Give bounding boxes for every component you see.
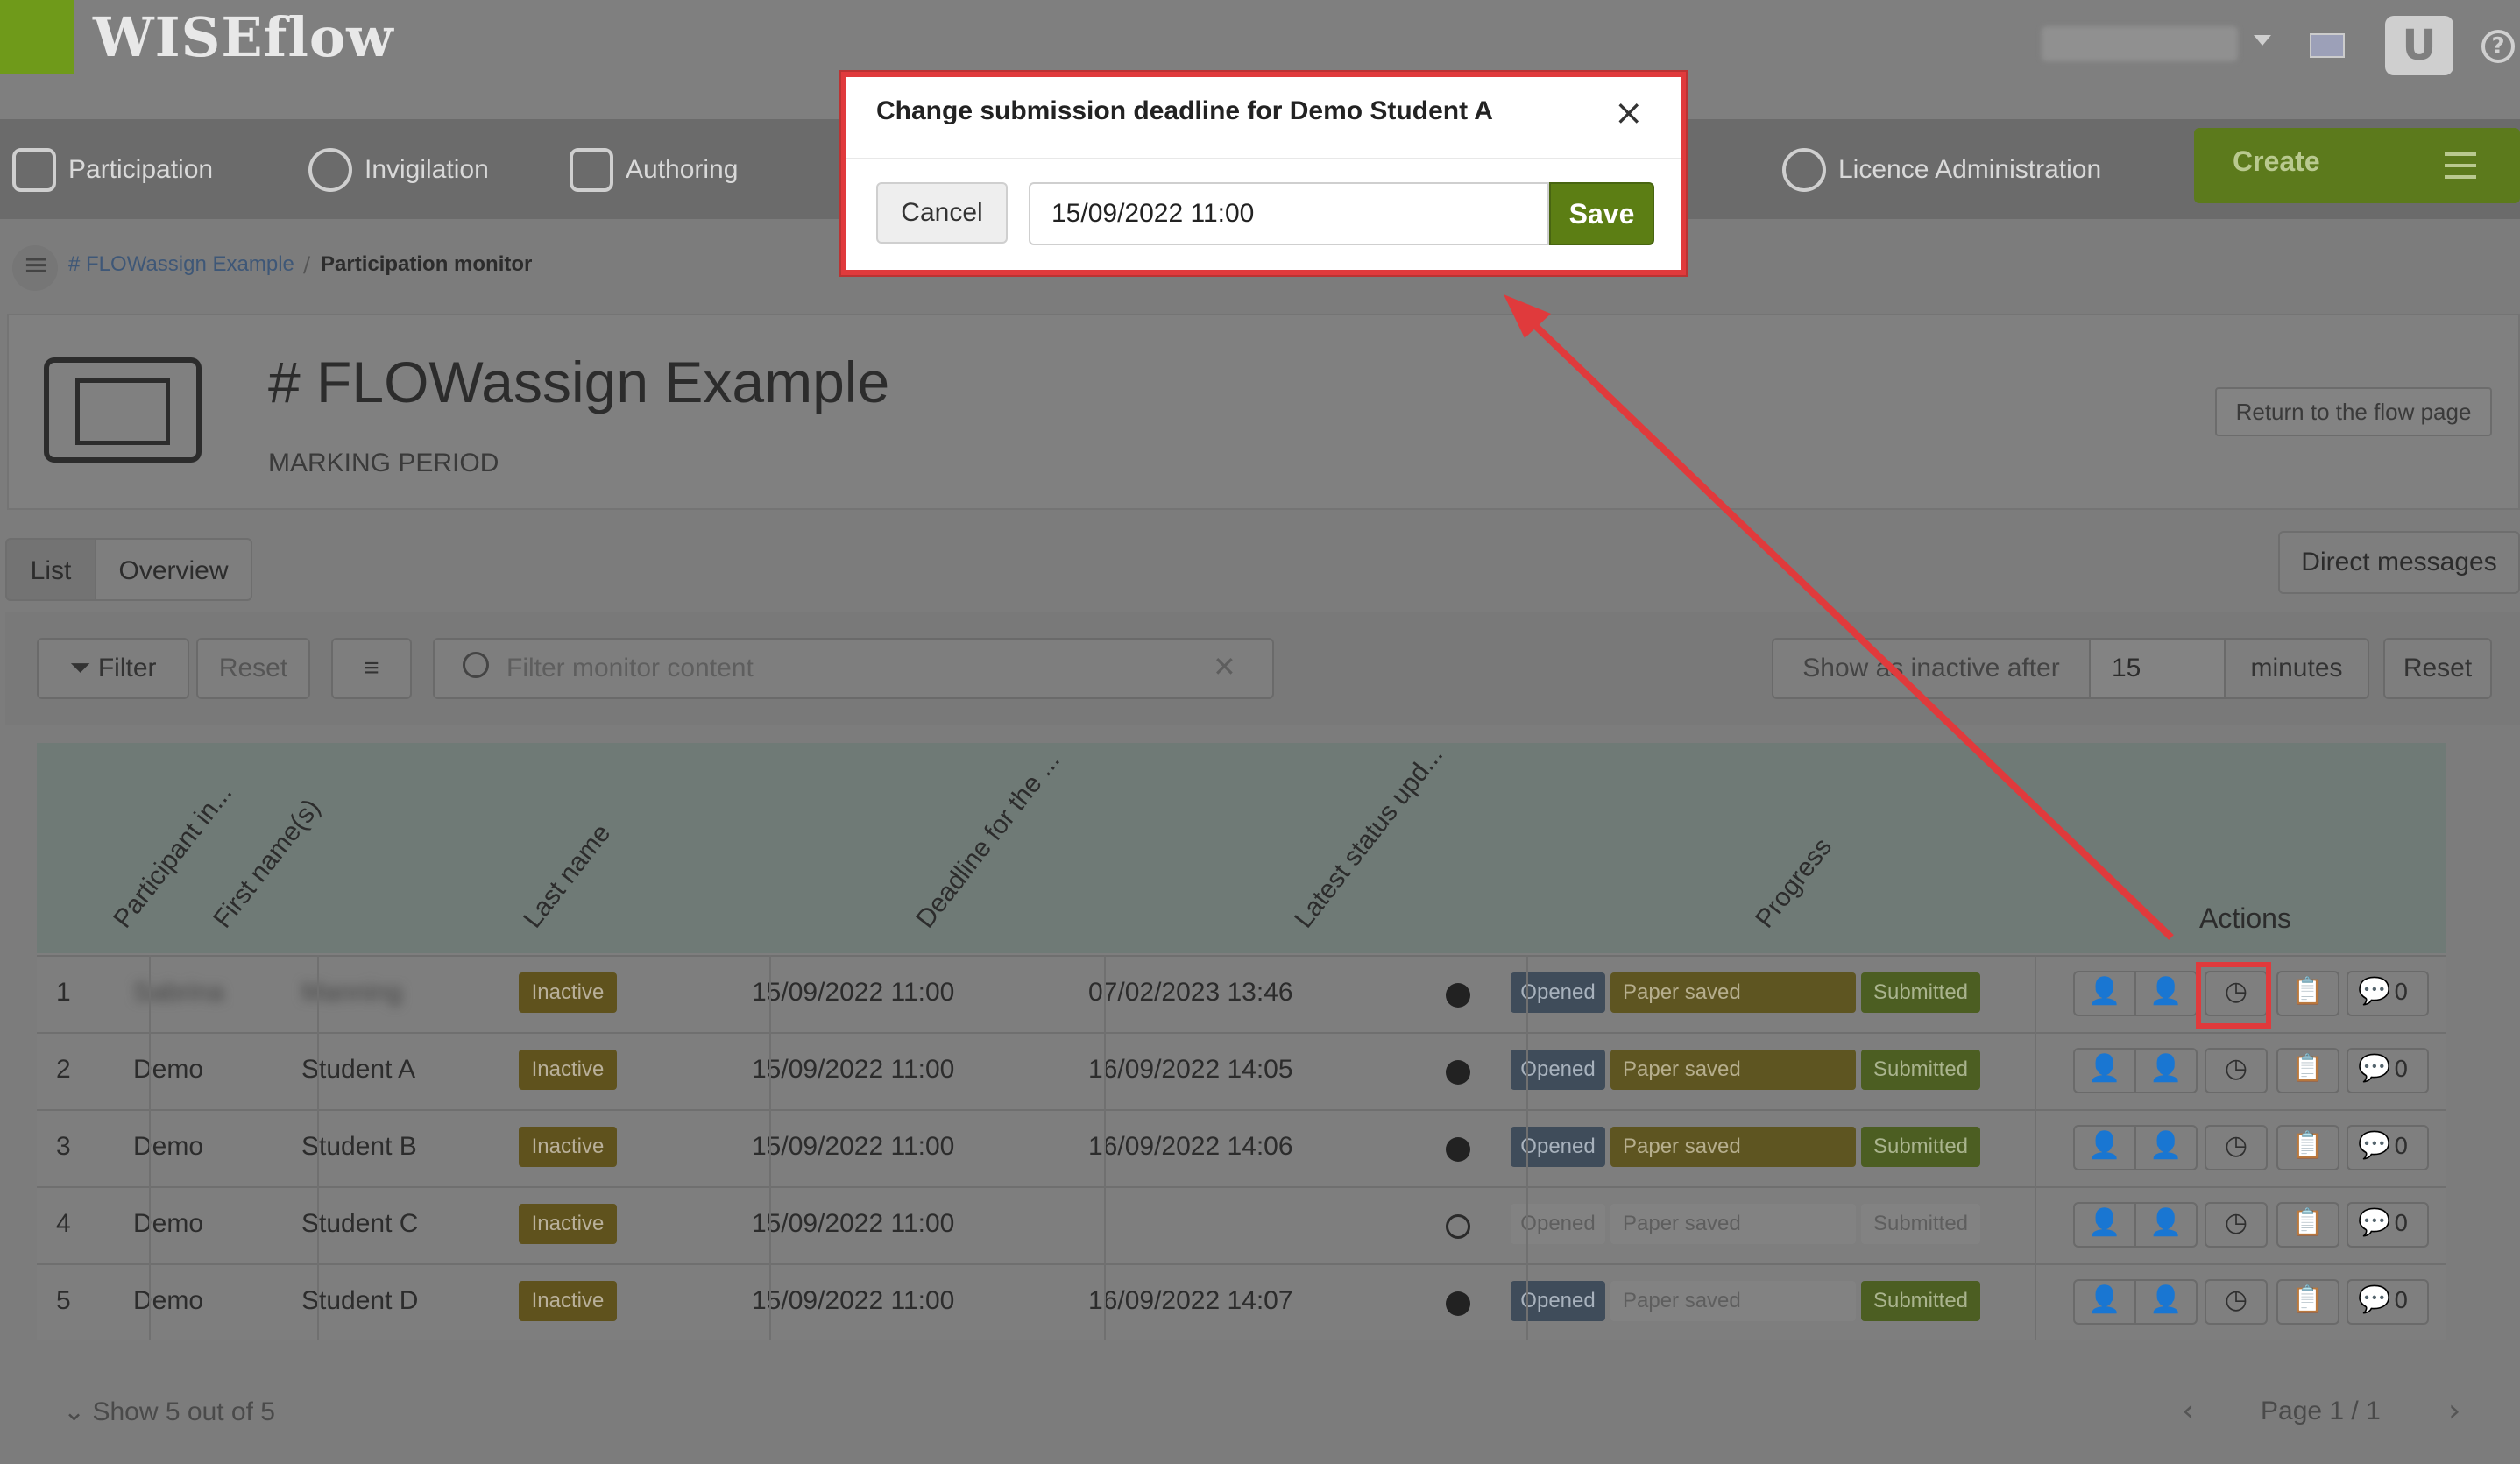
cancel-button[interactable]: Cancel xyxy=(876,182,1008,244)
dialog-divider xyxy=(846,158,1681,159)
dialog-title: Change submission deadline for Demo Stud… xyxy=(876,96,1493,125)
save-button[interactable]: Save xyxy=(1549,182,1654,245)
deadline-input[interactable]: 15/09/2022 11:00 xyxy=(1029,182,1549,245)
close-icon[interactable]: × xyxy=(1614,93,1644,133)
